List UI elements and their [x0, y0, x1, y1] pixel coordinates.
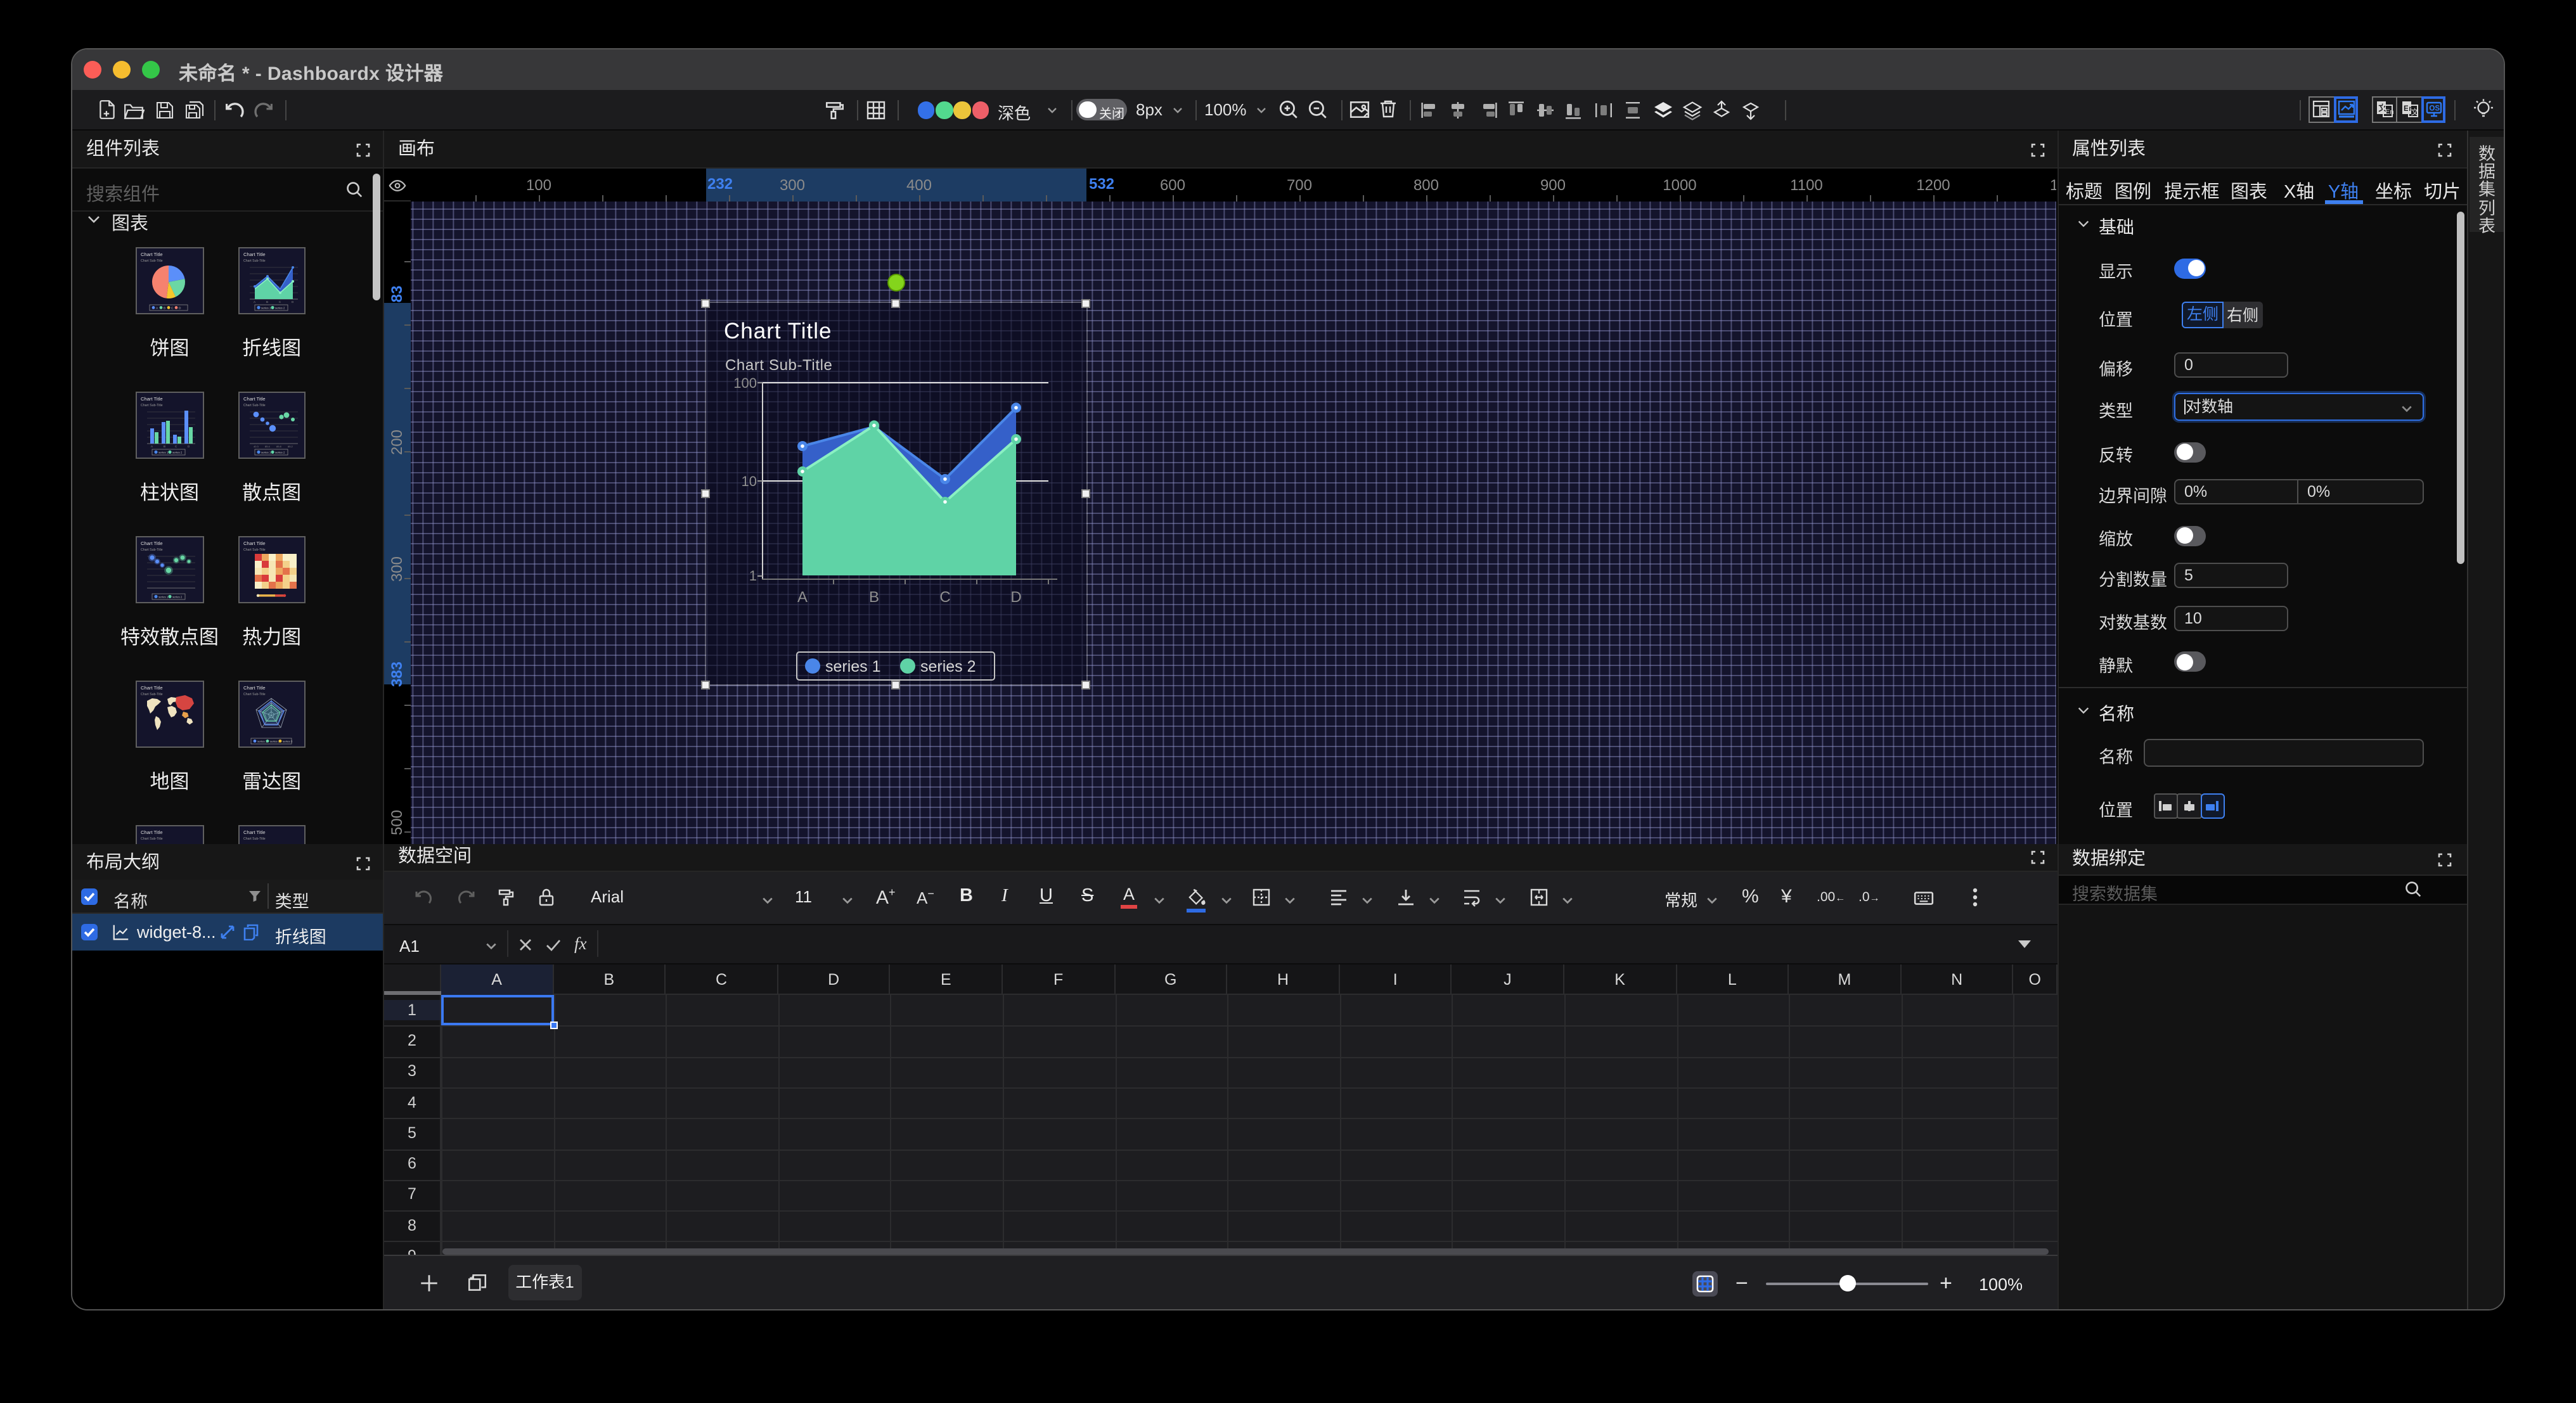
svg-text:Chart Sub-Title: Chart Sub-Title [243, 836, 266, 840]
svg-text:Chart Sub-Title: Chart Sub-Title [141, 403, 164, 407]
svg-text:series 1: series 1 [257, 739, 267, 742]
svg-text:Chart Sub-Title: Chart Sub-Title [243, 692, 266, 696]
svg-text:Chart Title: Chart Title [243, 251, 266, 257]
svg-text:series 1: series 1 [261, 451, 271, 454]
svg-text:OS: OS [2428, 104, 2439, 112]
svg-text:B: B [164, 444, 166, 447]
svg-text:series 2: series 2 [270, 739, 280, 742]
svg-text:A: A [151, 444, 154, 447]
svg-text:Chart Sub-Title: Chart Sub-Title [243, 548, 266, 551]
svg-text:C: C [172, 305, 174, 309]
svg-text:85.4: 85.4 [265, 444, 271, 447]
svg-text:Chart Sub-Title: Chart Sub-Title [141, 548, 164, 551]
svg-text:40.3: 40.3 [254, 444, 259, 447]
svg-text:Chart Title: Chart Title [141, 251, 164, 257]
svg-text:series 2: series 2 [920, 658, 976, 676]
svg-text:Chart Title: Chart Title [243, 829, 266, 835]
svg-text:A: A [797, 589, 808, 606]
svg-text:A: A [254, 300, 256, 303]
svg-text:C: C [939, 589, 950, 606]
svg-text:series 1: series 1 [825, 658, 881, 676]
svg-text:B: B [869, 589, 879, 606]
svg-text:Chart Title: Chart Title [243, 395, 266, 401]
svg-text:C: C [279, 300, 281, 303]
svg-text:100: 100 [733, 375, 757, 391]
svg-text:D: D [1010, 589, 1021, 606]
svg-text:Chart Sub-Title: Chart Sub-Title [243, 403, 266, 407]
svg-text:Chart Title: Chart Title [243, 684, 266, 690]
svg-text:series 1: series 1 [261, 306, 271, 309]
svg-text:series 1: series 1 [159, 595, 169, 598]
svg-text:C: C [176, 444, 178, 447]
svg-text:Chart Sub-Title: Chart Sub-Title [141, 259, 164, 262]
svg-text:85.2: 85.2 [288, 444, 293, 447]
svg-text:series 1: series 1 [159, 451, 169, 454]
svg-text:series 2: series 2 [275, 306, 285, 309]
svg-text:Chart Title: Chart Title [724, 319, 832, 343]
svg-text:D: D [179, 305, 182, 309]
svg-text:series 2: series 2 [275, 451, 285, 454]
svg-text:B: B [164, 305, 166, 309]
svg-text:series 2: series 2 [173, 451, 183, 454]
svg-text:85.8: 85.8 [276, 444, 282, 447]
svg-text:Chart Sub-Title: Chart Sub-Title [725, 357, 833, 374]
svg-text:Chart Sub-Title: Chart Sub-Title [141, 836, 164, 840]
svg-text:Chart Sub-Title: Chart Sub-Title [243, 259, 266, 262]
svg-text:Chart Title: Chart Title [141, 395, 164, 401]
svg-text:10: 10 [741, 473, 756, 489]
svg-text:Chart Title: Chart Title [141, 684, 164, 690]
svg-text:A: A [157, 305, 159, 309]
svg-text:D: D [188, 444, 191, 447]
svg-text:En: En [2385, 108, 2393, 116]
svg-text:Chart Title: Chart Title [141, 540, 164, 546]
svg-text:Chart Sub-Title: Chart Sub-Title [141, 692, 164, 696]
svg-text:文: 文 [2411, 107, 2418, 117]
svg-text:1: 1 [749, 568, 757, 584]
svg-text:Chart Title: Chart Title [243, 540, 266, 546]
svg-text:B: B [266, 300, 268, 303]
svg-text:D: D [292, 300, 294, 303]
svg-text:series 2: series 2 [173, 595, 183, 598]
svg-text:Chart Title: Chart Title [141, 829, 164, 835]
svg-text:series 3: series 3 [283, 739, 293, 742]
